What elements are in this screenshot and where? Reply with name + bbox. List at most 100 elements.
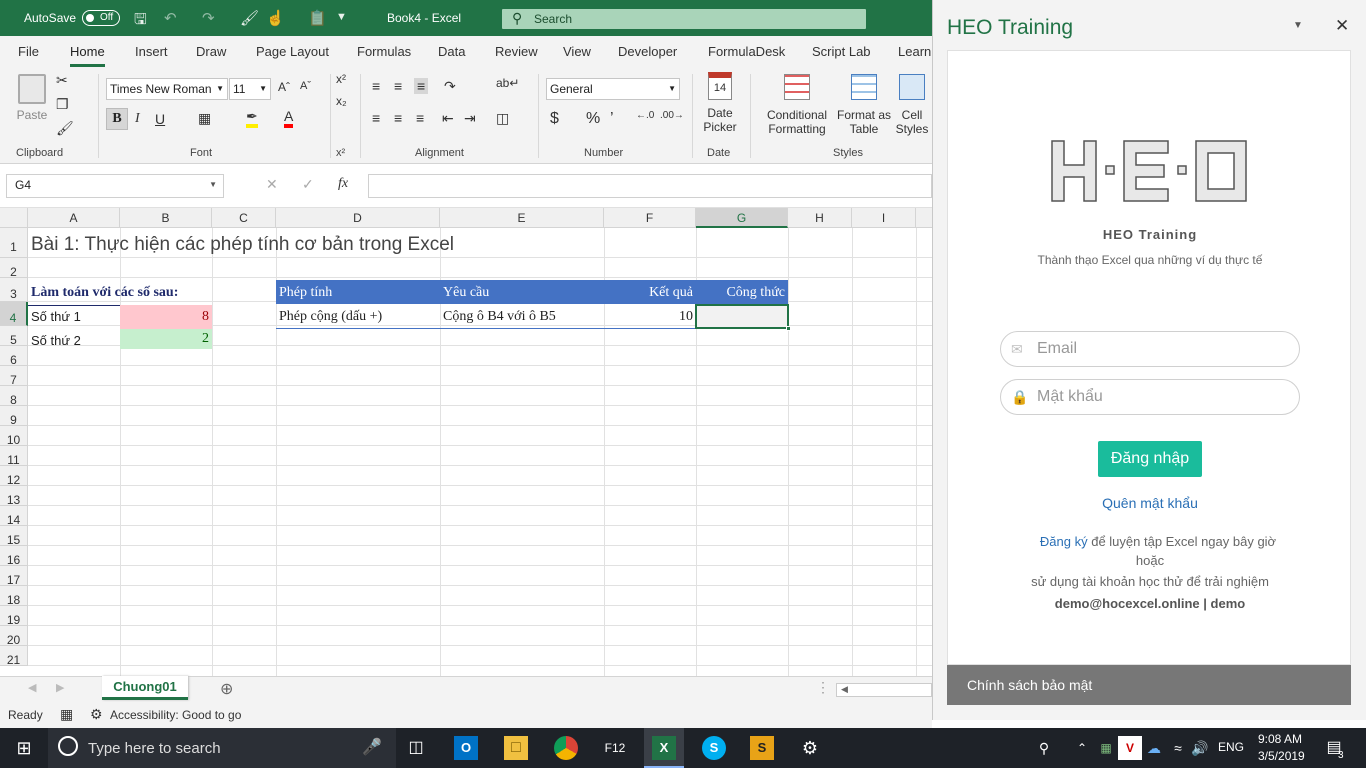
column-header-a[interactable]: A	[28, 208, 120, 228]
active-cell-g4[interactable]	[695, 304, 789, 329]
row-header-14[interactable]: 14	[0, 506, 28, 527]
number-format-select[interactable]: General ▼	[546, 78, 680, 100]
sheet-title-cell[interactable]: Bài 1: Thực hiện các phép tính cơ bản tr…	[28, 232, 457, 262]
conditional-formatting-button[interactable]: Conditional Formatting	[760, 74, 834, 144]
wifi-icon[interactable]: ≈	[1166, 736, 1190, 760]
superscript-icon[interactable]: x²	[336, 72, 346, 86]
row-header-18[interactable]: 18	[0, 586, 28, 607]
file-explorer-icon[interactable]: □	[504, 736, 528, 760]
align-middle-icon[interactable]: ≡	[394, 78, 402, 94]
paste-button[interactable]: Paste	[14, 74, 50, 130]
align-bottom-icon[interactable]: ≡	[414, 78, 429, 94]
sheet-tab-chuong01[interactable]: Chuong01	[102, 676, 188, 700]
row-header-13[interactable]: 13	[0, 486, 28, 507]
task-view-icon[interactable]: ◫	[404, 736, 428, 760]
tab-page-layout[interactable]: Page Layout	[256, 44, 329, 59]
sublime-icon[interactable]: S	[750, 736, 774, 760]
login-button[interactable]: Đăng nhập	[1098, 441, 1202, 477]
tab-data[interactable]: Data	[438, 44, 465, 59]
align-right-icon[interactable]: ≡	[416, 110, 424, 126]
undo-icon[interactable]: ↶	[164, 9, 177, 27]
status-accessibility[interactable]: Accessibility: Good to go	[110, 708, 241, 722]
row-header-7[interactable]: 7	[0, 366, 28, 387]
tab-home[interactable]: Home	[70, 44, 105, 67]
align-left-icon[interactable]: ≡	[372, 110, 380, 126]
row-header-5[interactable]: 5	[0, 326, 28, 347]
column-header-f[interactable]: F	[604, 208, 696, 228]
tab-draw[interactable]: Draw	[196, 44, 226, 59]
f12-app[interactable]: F12	[600, 736, 630, 760]
windows-start-icon[interactable]: ⊞	[12, 736, 36, 760]
row-header-3[interactable]: 3	[0, 278, 28, 302]
row-header-4[interactable]: 4	[0, 302, 28, 326]
tab-file[interactable]: File	[18, 44, 39, 59]
select-all-corner[interactable]	[0, 208, 28, 228]
row-header-16[interactable]: 16	[0, 546, 28, 567]
formula-input[interactable]	[368, 174, 932, 198]
cell-e3[interactable]: Yêu cầu	[440, 282, 492, 304]
accessibility-icon[interactable]: ⚙	[90, 706, 103, 723]
microphone-icon[interactable]: 🎤	[362, 737, 382, 757]
autosave-toggle[interactable]: Off	[82, 10, 120, 26]
cell-b4[interactable]: 8	[120, 305, 212, 329]
borders-icon[interactable]: ▦	[198, 110, 211, 127]
italic-button[interactable]: I	[135, 111, 140, 127]
row-header-2[interactable]: 2	[0, 258, 28, 279]
row-header-11[interactable]: 11	[0, 446, 28, 467]
horizontal-scrollbar[interactable]: ◀	[836, 683, 932, 697]
cut-icon[interactable]: ✂	[56, 72, 68, 89]
volume-icon[interactable]: 🔊	[1188, 736, 1212, 760]
email-field[interactable]: ✉ Email	[1000, 331, 1300, 367]
cancel-icon[interactable]: ✕	[266, 176, 278, 193]
password-field[interactable]: 🔒 Mật khẩu	[1000, 379, 1300, 415]
column-header-j[interactable]	[916, 208, 932, 228]
customize-qat-icon[interactable]: ▼	[336, 11, 347, 23]
worksheet-grid[interactable]: A B C D E F G H I 1 2 3 4 5 6 7 8 9 10 11 12 13 14 15 1…	[0, 208, 932, 676]
increase-font-icon[interactable]: Aˆ	[278, 80, 290, 94]
percent-icon[interactable]: %	[586, 110, 600, 128]
onedrive-icon[interactable]: ☁	[1142, 736, 1166, 760]
column-header-h[interactable]: H	[788, 208, 852, 228]
row-header-17[interactable]: 17	[0, 566, 28, 587]
tab-formuladesk[interactable]: FormulaDesk	[708, 44, 785, 59]
font-name-select[interactable]: Times New Roman ▼	[106, 78, 228, 100]
cell-g3[interactable]: Công thức	[696, 282, 788, 304]
tray-app-icon[interactable]: ▦	[1094, 736, 1118, 760]
cell-a5[interactable]: Số thứ 2	[28, 329, 84, 353]
tab-formulas[interactable]: Formulas	[357, 44, 411, 59]
font-size-select[interactable]: 11 ▼	[229, 78, 271, 100]
row-header-20[interactable]: 20	[0, 626, 28, 647]
currency-icon[interactable]: $	[550, 110, 559, 128]
cell-e4[interactable]: Cộng ô B4 với ô B5	[440, 305, 559, 329]
save-icon[interactable]: 🖫	[134, 9, 147, 34]
row-header-8[interactable]: 8	[0, 386, 28, 407]
splitter-handle[interactable]: ⋮	[816, 679, 830, 696]
scroll-right-icon[interactable]: ▶	[56, 681, 64, 694]
bold-button[interactable]: B	[106, 108, 128, 130]
cell-b5[interactable]: 2	[120, 329, 212, 349]
cell-a4[interactable]: Số thứ 1	[28, 305, 84, 329]
enter-icon[interactable]: ✓	[302, 176, 314, 193]
tab-developer[interactable]: Developer	[618, 44, 677, 59]
row-header-12[interactable]: 12	[0, 466, 28, 487]
comma-icon[interactable]: ’	[610, 110, 614, 128]
increase-decimal-icon[interactable]: ←.0	[636, 110, 654, 121]
outlook-icon[interactable]: O	[454, 736, 478, 760]
touch-mode-icon[interactable]: ☝	[266, 9, 285, 27]
tab-script-lab[interactable]: Script Lab	[812, 44, 871, 59]
clock-time[interactable]: 9:08 AM	[1258, 732, 1302, 746]
skype-icon[interactable]: S	[702, 736, 726, 760]
merge-center-icon[interactable]: ◫	[496, 110, 509, 127]
cell-d4[interactable]: Phép cộng (dấu +)	[276, 305, 385, 329]
row-header-15[interactable]: 15	[0, 526, 28, 547]
font-color-icon[interactable]: A	[284, 108, 294, 128]
excel-taskbar-button[interactable]: X	[644, 728, 684, 768]
date-picker-button[interactable]: 14 Date Picker	[698, 72, 742, 144]
increase-indent-icon[interactable]: ⇥	[464, 110, 476, 127]
forgot-password-link[interactable]: Quên mật khẩu	[948, 495, 1352, 511]
tab-view[interactable]: View	[563, 44, 591, 59]
taskbar-search[interactable]: Type here to search 🎤	[48, 728, 396, 768]
settings-gear-icon[interactable]: ⚙	[798, 736, 822, 760]
column-header-b[interactable]: B	[120, 208, 212, 228]
fill-color-icon[interactable]: ✒	[246, 108, 258, 128]
